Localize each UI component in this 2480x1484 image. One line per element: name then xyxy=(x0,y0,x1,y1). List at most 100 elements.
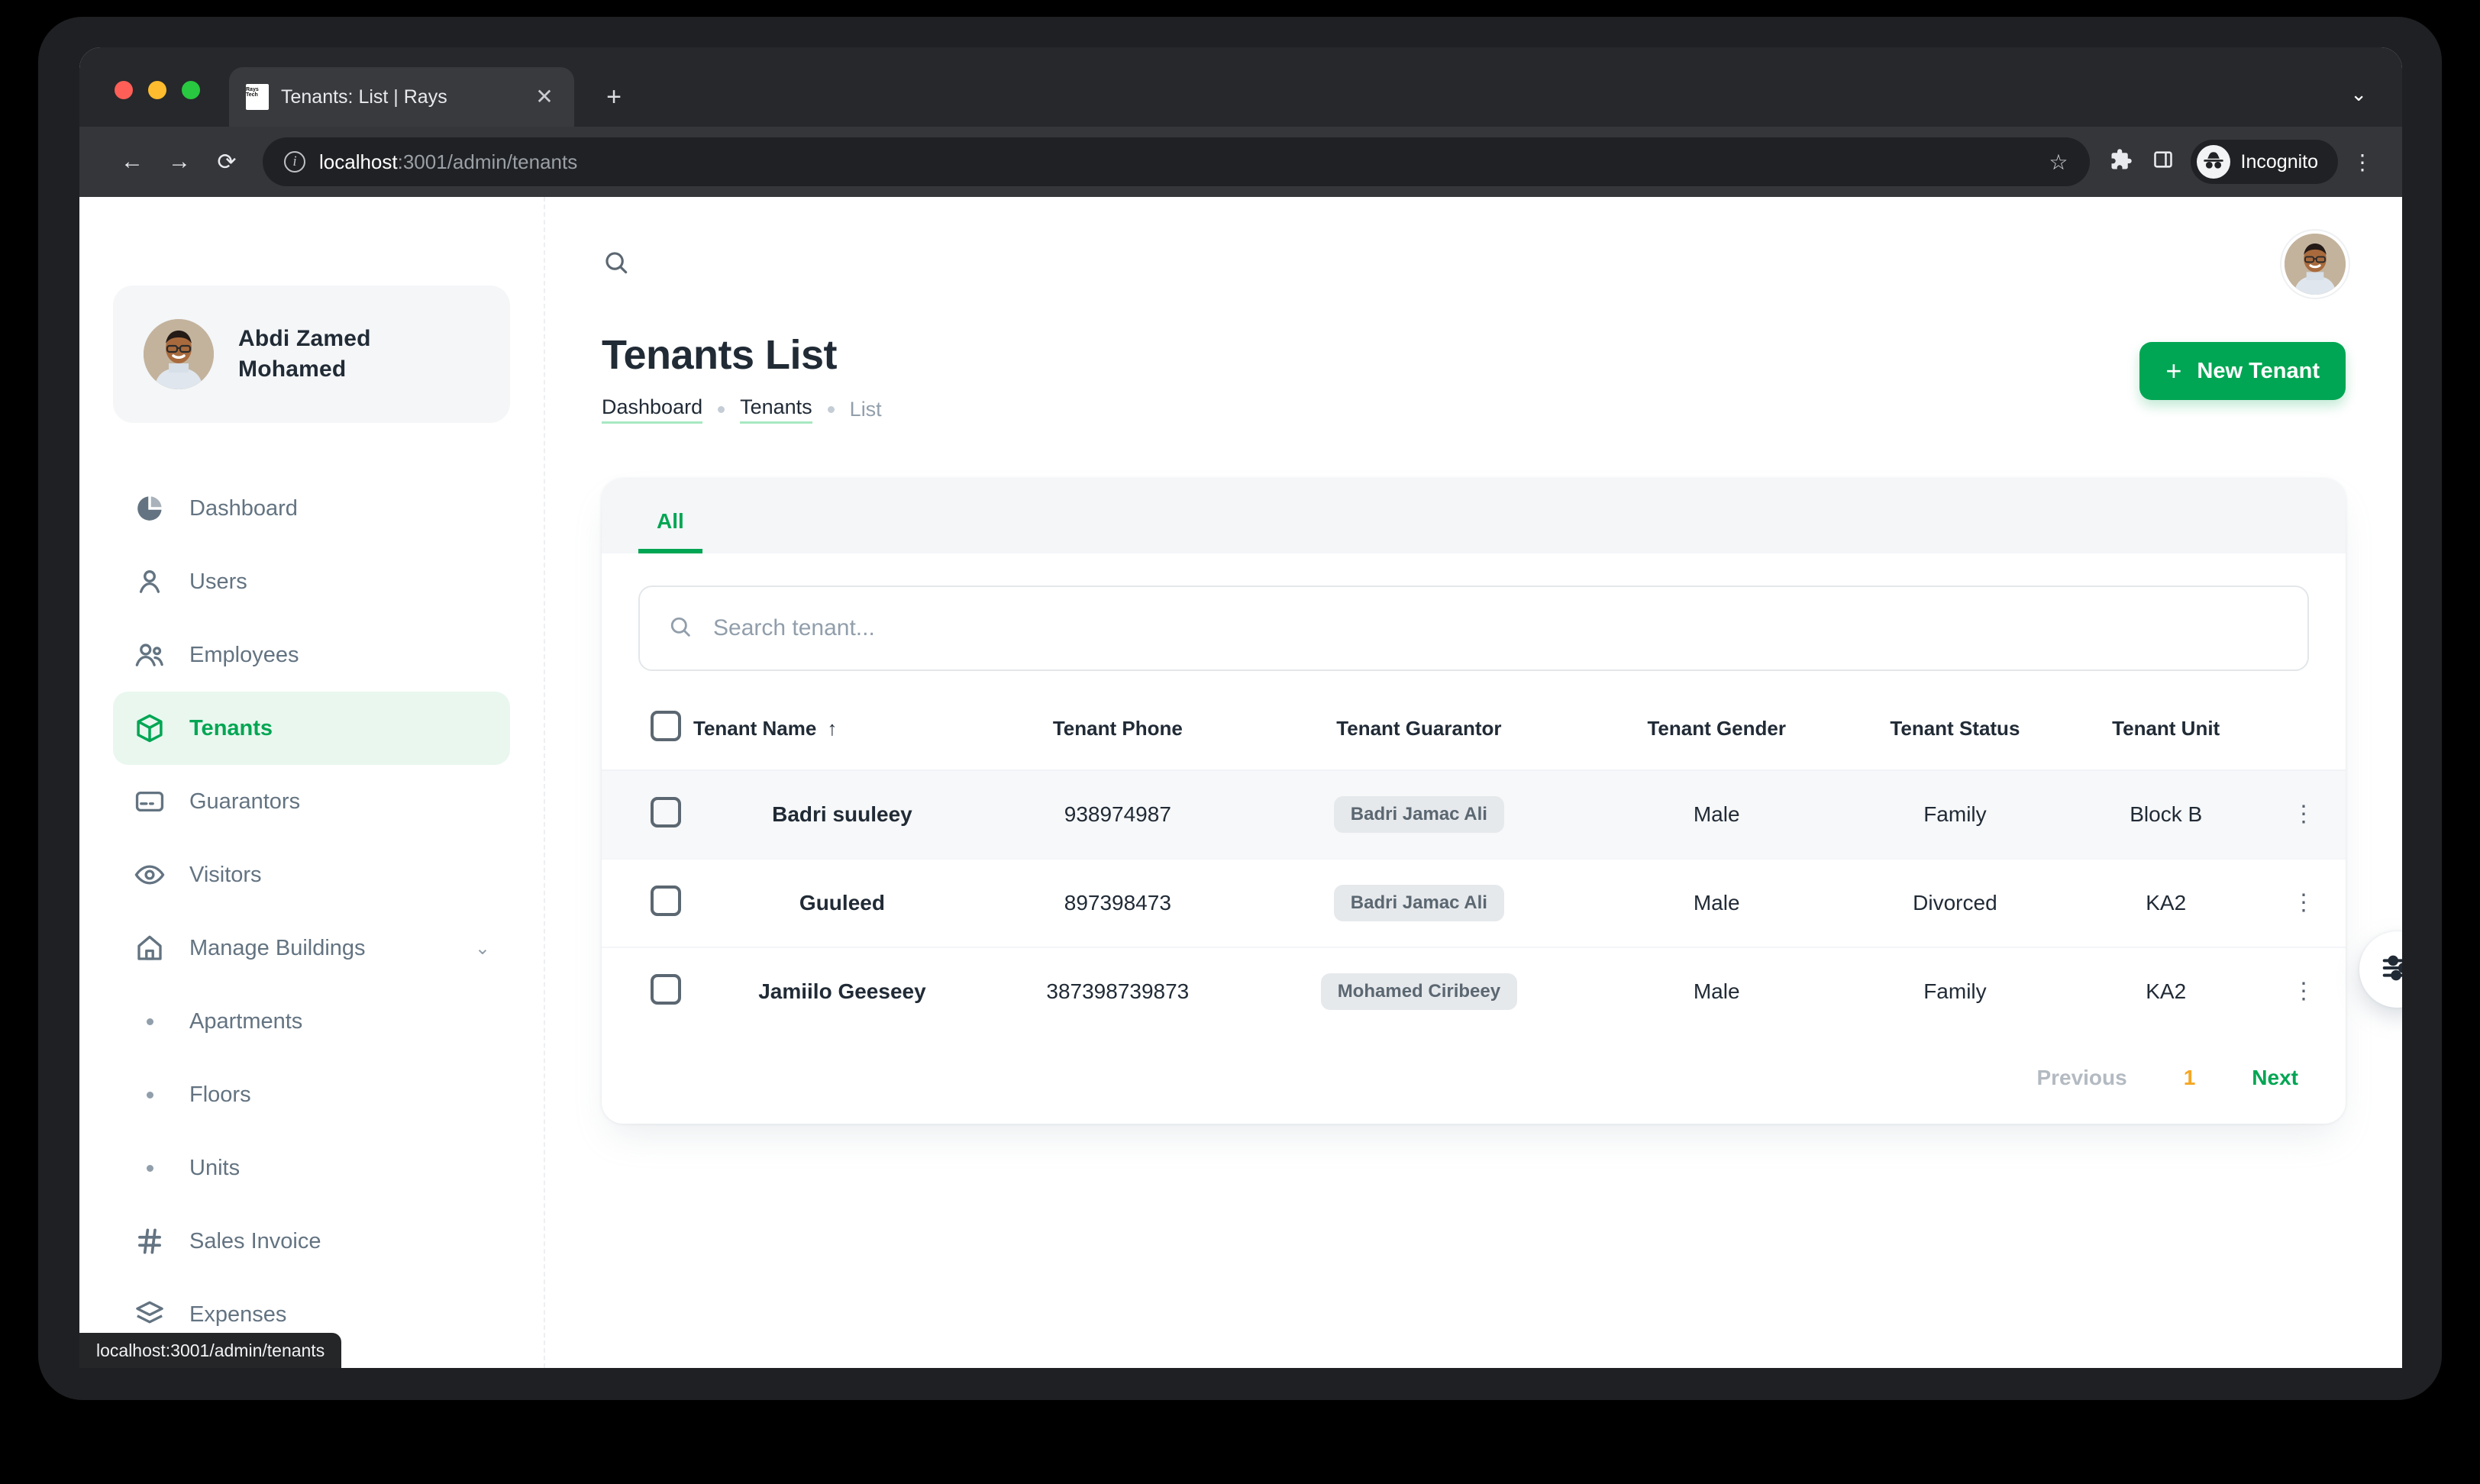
browser-window: Rays Tech Tenants: List | Rays ✕ + ⌄ ← →… xyxy=(79,47,2402,1368)
sidebar-item-manage-buildings[interactable]: Manage Buildings ⌄ xyxy=(113,911,510,985)
row-menu-icon[interactable]: ⋮ xyxy=(2292,803,2315,826)
window-controls[interactable] xyxy=(115,81,200,99)
new-tab-button[interactable]: + xyxy=(599,84,629,110)
table-row[interactable]: Jamiilo Geeseey 387398739873 Mohamed Cir… xyxy=(602,947,2346,1035)
row-menu-icon[interactable]: ⋮ xyxy=(2292,892,2315,915)
minimize-window-button[interactable] xyxy=(148,81,166,99)
sidebar-item-units[interactable]: Units xyxy=(113,1131,510,1205)
sidebar-item-label: Guarantors xyxy=(189,789,301,814)
back-button[interactable]: ← xyxy=(108,149,156,175)
sidebar-item-users[interactable]: Users xyxy=(113,545,510,618)
sidebar-item-employees[interactable]: Employees xyxy=(113,618,510,692)
previous-page-button[interactable]: Previous xyxy=(2036,1066,2126,1090)
incognito-profile-button[interactable]: Incognito xyxy=(2190,140,2338,184)
select-all-header xyxy=(602,697,693,771)
home-icon xyxy=(133,931,166,965)
cell-tenant-gender: Male xyxy=(1593,859,1840,948)
address-bar[interactable]: i localhost:3001/admin/tenants ☆ xyxy=(263,137,2090,186)
select-all-checkbox[interactable] xyxy=(651,711,681,741)
sidebar-item-label: Apartments xyxy=(189,1008,303,1034)
extensions-puzzle-icon[interactable] xyxy=(2110,148,2133,176)
sidebar-item-floors[interactable]: Floors xyxy=(113,1058,510,1131)
browser-tab[interactable]: Rays Tech Tenants: List | Rays ✕ xyxy=(229,67,574,127)
cell-tenant-unit: Block B xyxy=(2070,770,2262,860)
new-tenant-label: New Tenant xyxy=(2197,358,2320,383)
column-tenant-guarantor[interactable]: Tenant Guarantor xyxy=(1244,697,1594,771)
favicon-icon: Rays Tech xyxy=(246,84,269,110)
profile-name-line1: Abdi Zamed xyxy=(238,326,371,352)
incognito-icon xyxy=(2196,145,2230,179)
credit-card-icon xyxy=(133,785,166,818)
tenants-table: Tenant Name ↑ Tenant Phone Tenant Guaran… xyxy=(602,697,2346,1035)
avatar xyxy=(144,319,214,389)
row-select-cell xyxy=(602,770,693,860)
forward-button[interactable]: → xyxy=(156,149,203,175)
close-window-button[interactable] xyxy=(115,81,133,99)
sidebar-item-apartments[interactable]: Apartments xyxy=(113,985,510,1058)
cell-tenant-status: Family xyxy=(1923,979,1987,1003)
cell-tenant-status: Family xyxy=(1839,770,2071,860)
row-select-cell xyxy=(602,947,693,1035)
bookmark-star-icon[interactable]: ☆ xyxy=(2049,150,2068,175)
row-checkbox[interactable] xyxy=(651,973,681,1005)
column-tenant-gender[interactable]: Tenant Gender xyxy=(1593,697,1840,771)
table-header-row: Tenant Name ↑ Tenant Phone Tenant Guaran… xyxy=(602,697,2346,771)
site-info-icon[interactable]: i xyxy=(284,151,305,173)
column-tenant-status[interactable]: Tenant Status xyxy=(1839,697,2071,771)
column-tenant-unit[interactable]: Tenant Unit xyxy=(2070,697,2262,771)
breadcrumb-tenants[interactable]: Tenants xyxy=(740,395,812,424)
cell-tenant-unit: KA2 xyxy=(2070,859,2262,948)
side-panel-icon[interactable] xyxy=(2152,149,2174,176)
card-tabs: All xyxy=(602,479,2346,553)
pagination: Previous 1 Next xyxy=(602,1035,2346,1124)
breadcrumb-dashboard[interactable]: Dashboard xyxy=(602,395,703,424)
maximize-window-button[interactable] xyxy=(182,81,200,99)
new-tenant-button[interactable]: + New Tenant xyxy=(2139,342,2346,400)
row-checkbox[interactable] xyxy=(651,796,681,827)
browser-menu-icon[interactable]: ⋮ xyxy=(2352,150,2373,175)
incognito-label: Incognito xyxy=(2240,150,2318,173)
cell-tenant-name: Jamiilo Geeseey xyxy=(758,979,926,1003)
browser-status-bar: localhost:3001/admin/tenants xyxy=(79,1333,342,1368)
page-header: Tenants List Dashboard Tenants List + Ne… xyxy=(545,331,2402,424)
bullet-icon xyxy=(133,1018,166,1025)
sidebar-profile-card[interactable]: Abdi Zamed Mohamed xyxy=(113,286,510,423)
tab-all[interactable]: All xyxy=(638,511,702,553)
sidebar-item-sales-invoice[interactable]: Sales Invoice xyxy=(113,1205,510,1278)
sidebar-item-label: Sales Invoice xyxy=(189,1228,321,1253)
sidebar-item-label: Dashboard xyxy=(189,495,298,521)
cell-tenant-gender: Male xyxy=(1693,979,1740,1003)
column-tenant-name[interactable]: Tenant Name ↑ xyxy=(693,697,991,771)
cell-tenant-status: Divorced xyxy=(1839,859,2071,948)
reload-button[interactable]: ⟳ xyxy=(203,149,250,176)
sidebar-item-dashboard[interactable]: Dashboard xyxy=(113,472,510,545)
chevron-down-icon[interactable]: ⌄ xyxy=(475,937,490,960)
sidebar-item-guarantors[interactable]: Guarantors xyxy=(113,765,510,838)
close-tab-icon[interactable]: ✕ xyxy=(531,86,557,108)
table-head: Tenant Name ↑ Tenant Phone Tenant Guaran… xyxy=(602,697,2346,771)
breadcrumb-separator-icon xyxy=(827,406,835,413)
sidebar-item-tenants[interactable]: Tenants xyxy=(113,692,510,765)
table-row[interactable]: Badri suuleey 938974987 Badri Jamac Ali … xyxy=(602,770,2346,860)
sort-ascending-icon: ↑ xyxy=(827,717,838,740)
chevron-down-icon[interactable]: ⌄ xyxy=(2350,82,2367,106)
search-icon[interactable] xyxy=(602,248,631,281)
sidebar-item-label: Floors xyxy=(189,1082,251,1107)
settings-fab-button[interactable] xyxy=(2359,931,2402,1008)
browser-tabstrip: Rays Tech Tenants: List | Rays ✕ + ⌄ xyxy=(79,47,2402,127)
sidebar-item-visitors[interactable]: Visitors xyxy=(113,838,510,911)
row-checkbox[interactable] xyxy=(651,885,681,916)
search-tenant-input[interactable]: Search tenant... xyxy=(638,586,2309,671)
table-row[interactable]: Guuleed 897398473 Badri Jamac Ali Male D… xyxy=(602,859,2346,948)
topbar-avatar[interactable] xyxy=(2285,234,2346,295)
page-number[interactable]: 1 xyxy=(2184,1066,2196,1090)
row-select-cell xyxy=(602,859,693,948)
breadcrumb: Dashboard Tenants List xyxy=(602,395,882,424)
row-menu-icon[interactable]: ⋮ xyxy=(2292,980,2315,1003)
sidebar-item-label: Manage Buildings xyxy=(189,935,366,960)
next-page-button[interactable]: Next xyxy=(2252,1066,2298,1090)
url-path: :3001/admin/tenants xyxy=(397,150,578,173)
column-tenant-phone[interactable]: Tenant Phone xyxy=(990,697,1245,771)
breadcrumb-list: List xyxy=(849,398,882,421)
sidebar-item-label: Expenses xyxy=(189,1302,287,1327)
